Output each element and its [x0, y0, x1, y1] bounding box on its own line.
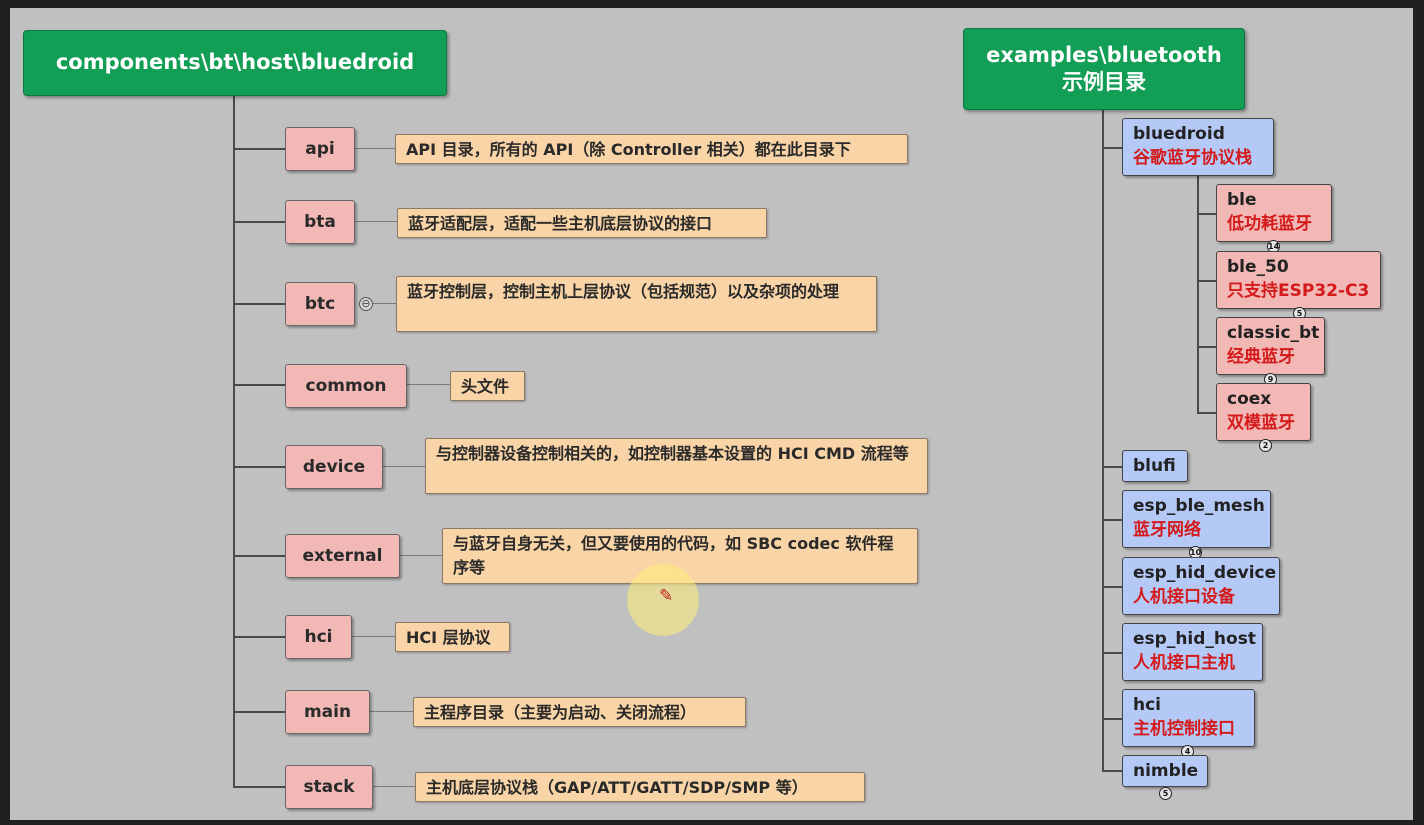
- collapse-toggle-icon[interactable]: ⊖: [359, 297, 373, 311]
- node-desc: 经典蓝牙: [1227, 347, 1295, 367]
- node-desc: 谷歌蓝牙协议栈: [1133, 148, 1252, 168]
- node-label: device: [302, 457, 366, 477]
- node-common[interactable]: common: [285, 364, 407, 408]
- desc-common[interactable]: 头文件: [450, 371, 525, 401]
- pencil-cursor-icon: ✎: [659, 586, 674, 606]
- example-ble-50[interactable]: ble_50 只支持ESP32-C3: [1216, 251, 1381, 309]
- node-name: blufi: [1133, 456, 1176, 476]
- desc-text: 与控制器设备控制相关的，如控制器基本设置的 HCI CMD 流程等: [436, 444, 909, 463]
- node-desc: 只支持ESP32-C3: [1227, 281, 1370, 301]
- example-hci[interactable]: hci 主机控制接口: [1122, 689, 1255, 747]
- desc-hci[interactable]: HCI 层协议: [395, 622, 510, 652]
- node-desc: 低功耗蓝牙: [1227, 214, 1312, 234]
- right-root-subtitle: 示例目录: [1062, 70, 1146, 94]
- node-label: bta: [304, 212, 336, 232]
- example-nimble[interactable]: nimble: [1122, 755, 1208, 787]
- desc-text: 主程序目录（主要为启动、关闭流程）: [424, 703, 697, 722]
- desc-main[interactable]: 主程序目录（主要为启动、关闭流程）: [413, 697, 746, 727]
- node-name: ble_50: [1227, 257, 1289, 277]
- node-name: esp_hid_device: [1133, 563, 1277, 583]
- node-label: common: [305, 376, 387, 396]
- node-hci[interactable]: hci: [285, 615, 352, 659]
- example-classic-bt[interactable]: classic_bt 经典蓝牙: [1216, 317, 1325, 375]
- node-main[interactable]: main: [285, 690, 370, 734]
- node-label: stack: [303, 777, 355, 797]
- node-desc: 人机接口主机: [1133, 653, 1235, 673]
- node-desc: 蓝牙网络: [1133, 520, 1201, 540]
- desc-stack[interactable]: 主机底层协议栈（GAP/ATT/GATT/SDP/SMP 等）: [415, 772, 865, 802]
- node-api[interactable]: api: [285, 127, 355, 171]
- right-root-title: examples\bluetooth: [986, 42, 1222, 67]
- desc-bta[interactable]: 蓝牙适配层，适配一些主机底层协议的接口: [397, 208, 767, 238]
- child-count-badge[interactable]: 5: [1159, 787, 1172, 800]
- node-label: api: [305, 139, 335, 159]
- desc-device[interactable]: 与控制器设备控制相关的，如控制器基本设置的 HCI CMD 流程等: [425, 438, 928, 494]
- node-external[interactable]: external: [285, 534, 400, 578]
- node-bta[interactable]: bta: [285, 200, 355, 244]
- mindmap-canvas: components\bt\host\bluedroid api API 目录，…: [10, 8, 1413, 820]
- node-label: hci: [304, 627, 333, 647]
- child-count-badge[interactable]: 2: [1259, 439, 1272, 452]
- desc-text: 主机底层协议栈（GAP/ATT/GATT/SDP/SMP 等）: [426, 778, 808, 797]
- example-coex[interactable]: coex 双模蓝牙: [1216, 383, 1311, 441]
- node-device[interactable]: device: [285, 445, 383, 489]
- example-ble[interactable]: ble 低功耗蓝牙: [1216, 184, 1332, 242]
- desc-text: API 目录，所有的 API（除 Controller 相关）都在此目录下: [406, 140, 851, 159]
- desc-api[interactable]: API 目录，所有的 API（除 Controller 相关）都在此目录下: [395, 134, 908, 164]
- example-esp-hid-device[interactable]: esp_hid_device 人机接口设备: [1122, 557, 1280, 615]
- node-name: ble: [1227, 190, 1257, 210]
- node-name: classic_bt: [1227, 323, 1320, 343]
- node-btc[interactable]: btc: [285, 282, 355, 326]
- node-label: main: [303, 702, 352, 722]
- example-esp-hid-host[interactable]: esp_hid_host 人机接口主机: [1122, 623, 1263, 681]
- desc-text: 蓝牙适配层，适配一些主机底层协议的接口: [408, 214, 713, 233]
- example-bluedroid[interactable]: bluedroid 谷歌蓝牙协议栈: [1122, 118, 1274, 176]
- node-label: external: [302, 546, 383, 566]
- desc-btc[interactable]: 蓝牙控制层，控制主机上层协议（包括规范）以及杂项的处理: [396, 276, 877, 332]
- node-desc: 主机控制接口: [1133, 719, 1235, 739]
- node-name: nimble: [1133, 761, 1199, 781]
- desc-text: HCI 层协议: [406, 628, 491, 647]
- node-stack[interactable]: stack: [285, 765, 373, 809]
- node-name: esp_hid_host: [1133, 629, 1256, 649]
- node-name: coex: [1227, 389, 1272, 409]
- node-name: bluedroid: [1133, 124, 1225, 144]
- example-esp-ble-mesh[interactable]: esp_ble_mesh 蓝牙网络: [1122, 490, 1271, 548]
- desc-text: 蓝牙控制层，控制主机上层协议（包括规范）以及杂项的处理: [407, 282, 840, 301]
- example-blufi[interactable]: blufi: [1122, 450, 1188, 482]
- desc-text: 头文件: [461, 377, 510, 396]
- node-name: esp_ble_mesh: [1133, 496, 1265, 516]
- node-label: btc: [304, 294, 336, 314]
- node-name: hci: [1133, 695, 1162, 715]
- left-root-node[interactable]: components\bt\host\bluedroid: [23, 30, 447, 96]
- right-root-node[interactable]: examples\bluetooth 示例目录: [963, 28, 1245, 110]
- node-desc: 双模蓝牙: [1227, 413, 1295, 433]
- node-desc: 人机接口设备: [1133, 587, 1235, 607]
- left-root-title: components\bt\host\bluedroid: [55, 50, 415, 75]
